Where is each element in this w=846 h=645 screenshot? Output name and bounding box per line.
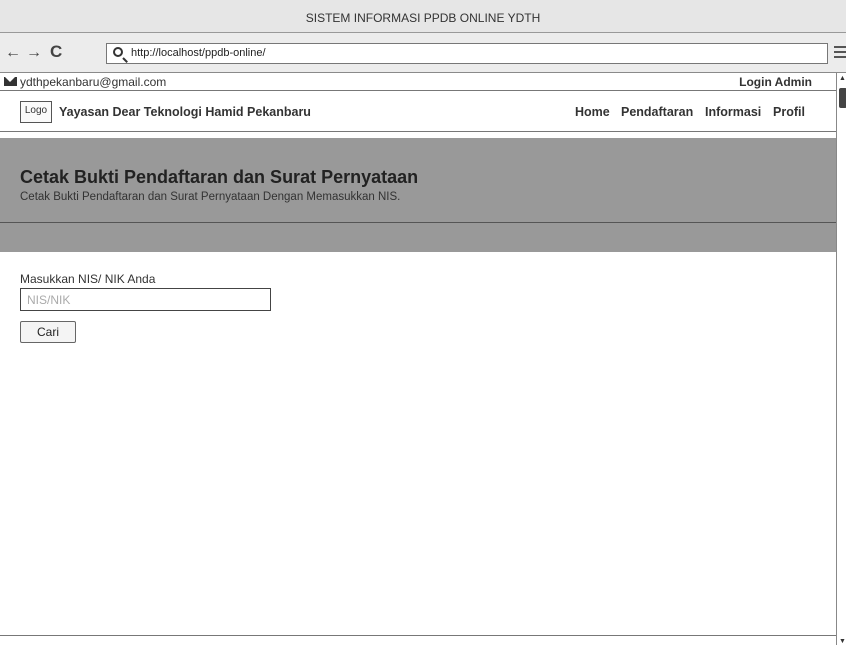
- search-icon: [113, 47, 123, 57]
- site-logo[interactable]: Logo: [20, 101, 52, 123]
- page-banner: Cetak Bukti Pendaftaran dan Surat Pernya…: [0, 138, 836, 252]
- site-name: Yayasan Dear Teknologi Hamid Pekanbaru: [59, 105, 311, 119]
- nav-home[interactable]: Home: [575, 105, 610, 119]
- banner-divider: [0, 222, 836, 223]
- window-title-bar: SISTEM INFORMASI PPDB ONLINE YDTH: [0, 0, 846, 33]
- nav-pendaftaran[interactable]: Pendaftaran: [621, 105, 693, 119]
- scroll-down-icon[interactable]: ▼: [839, 638, 846, 645]
- reload-icon[interactable]: C: [50, 42, 62, 62]
- address-url[interactable]: http://localhost/ppdb-online/: [131, 47, 266, 59]
- contact-bar: ydthpekanbaru@gmail.com Login Admin: [0, 73, 836, 91]
- window-title: SISTEM INFORMASI PPDB ONLINE YDTH: [305, 11, 541, 25]
- vertical-scrollbar[interactable]: ▲ ▼: [836, 73, 846, 645]
- page-title: Cetak Bukti Pendaftaran dan Surat Pernya…: [20, 167, 419, 187]
- nis-field-label: Masukkan NIS/ NIK Anda: [20, 272, 156, 286]
- site-header: Logo Yayasan Dear Teknologi Hamid Pekanb…: [0, 91, 836, 132]
- nis-input[interactable]: [20, 288, 271, 311]
- contact-email: ydthpekanbaru@gmail.com: [20, 75, 167, 89]
- scroll-thumb[interactable]: [839, 88, 846, 108]
- forward-arrow-icon[interactable]: →: [26, 44, 42, 62]
- page-bottom-border: [0, 635, 836, 636]
- hamburger-menu-icon[interactable]: [834, 46, 846, 60]
- search-button[interactable]: Cari: [20, 321, 76, 343]
- nav-informasi[interactable]: Informasi: [705, 105, 761, 119]
- page-subtitle: Cetak Bukti Pendaftaran dan Surat Pernya…: [20, 191, 401, 203]
- address-bar[interactable]: http://localhost/ppdb-online/: [106, 43, 828, 64]
- page-content: ydthpekanbaru@gmail.com Login Admin Logo…: [0, 73, 836, 635]
- mail-icon: [4, 77, 17, 86]
- login-admin-link[interactable]: Login Admin: [739, 75, 812, 89]
- nav-profil[interactable]: Profil: [773, 105, 805, 119]
- scroll-up-icon[interactable]: ▲: [839, 75, 846, 82]
- browser-toolbar: ← → C http://localhost/ppdb-online/: [0, 33, 846, 73]
- back-arrow-icon[interactable]: ←: [5, 44, 21, 62]
